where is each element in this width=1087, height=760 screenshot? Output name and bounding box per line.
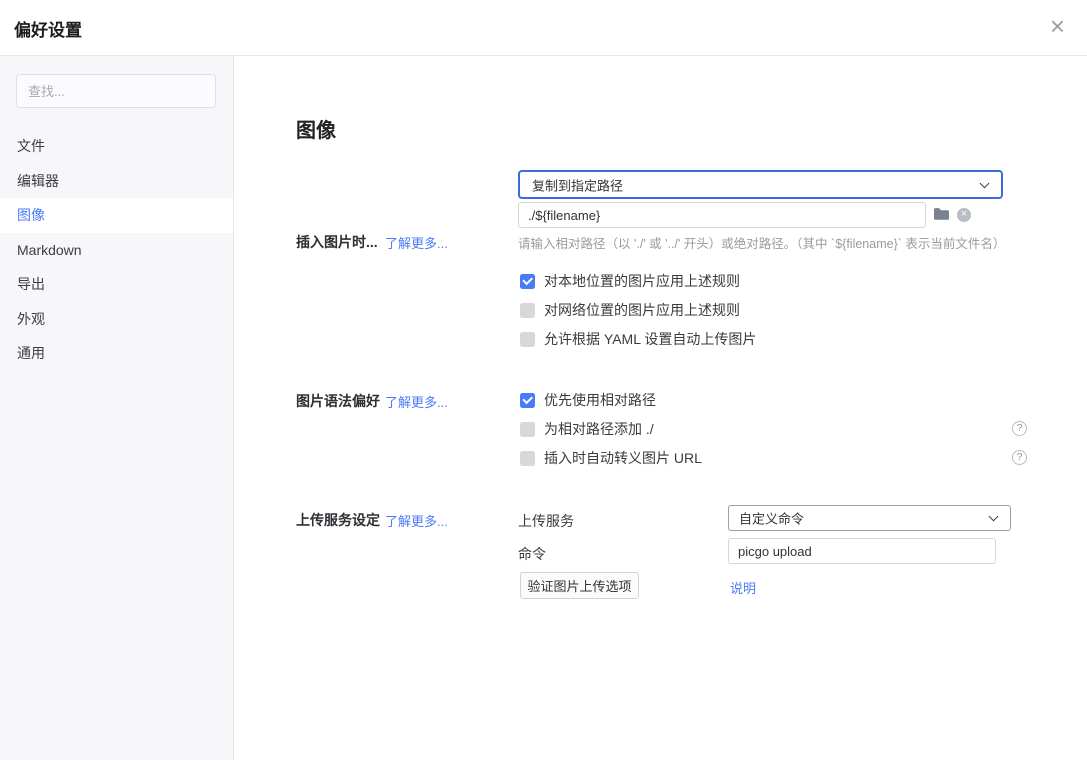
page-title: 图像 <box>296 114 336 143</box>
sidebar-item-general[interactable]: 通用 <box>0 336 233 371</box>
yaml-auto-upload-checkbox-row[interactable]: 允许根据 YAML 设置自动上传图片 <box>520 329 756 349</box>
checkbox-label: 允许根据 YAML 设置自动上传图片 <box>544 329 756 349</box>
sidebar-item-file[interactable]: 文件 <box>0 129 233 164</box>
insert-image-section-label: 插入图片时... <box>296 232 378 252</box>
checkbox-label: 优先使用相对路径 <box>544 390 656 410</box>
command-label: 命令 <box>518 544 546 564</box>
preferences-window: 偏好设置 × 文件 编辑器 图像 Markdown 导出 外观 通用 图像 插入… <box>0 0 1087 760</box>
clear-input-icon[interactable]: × <box>957 208 971 222</box>
syntax-section-label: 图片语法偏好 <box>296 391 380 411</box>
checkbox-label: 插入时自动转义图片 URL <box>544 448 702 468</box>
window-title: 偏好设置 <box>14 16 82 41</box>
apply-web-images-checkbox-row[interactable]: 对网络位置的图片应用上述规则 <box>520 300 740 320</box>
checkbox-icon[interactable] <box>520 451 535 466</box>
help-icon[interactable]: ? <box>1012 421 1027 436</box>
syntax-learn-more-link[interactable]: 了解更多... <box>385 392 448 411</box>
sidebar-item-appearance[interactable]: 外观 <box>0 302 233 337</box>
insert-learn-more-link[interactable]: 了解更多... <box>385 233 448 252</box>
copy-path-input[interactable] <box>518 202 926 228</box>
checkbox-icon[interactable] <box>520 422 535 437</box>
checkbox-icon[interactable] <box>520 393 535 408</box>
checkbox-label: 为相对路径添加 ./ <box>544 419 654 439</box>
path-hint-text: 请输入相对路径（以 './' 或 '../' 开头）或绝对路径。（其中 `${f… <box>518 233 1005 252</box>
close-icon[interactable]: × <box>1050 10 1065 42</box>
upload-service-select-value: 自定义命令 <box>739 509 804 528</box>
insert-action-select-value: 复制到指定路径 <box>532 175 623 194</box>
escape-url-checkbox-row[interactable]: 插入时自动转义图片 URL <box>520 448 702 468</box>
folder-icon[interactable] <box>933 206 950 222</box>
checkbox-icon[interactable] <box>520 303 535 318</box>
command-input[interactable] <box>728 538 996 564</box>
sidebar-item-image[interactable]: 图像 <box>0 198 233 233</box>
chevron-down-icon <box>989 512 999 522</box>
checkbox-icon[interactable] <box>520 332 535 347</box>
prefer-relative-path-checkbox-row[interactable]: 优先使用相对路径 <box>520 390 656 410</box>
upload-service-select[interactable]: 自定义命令 <box>728 505 1011 531</box>
validate-upload-button[interactable]: 验证图片上传选项 <box>520 572 639 599</box>
add-dot-slash-checkbox-row[interactable]: 为相对路径添加 ./ <box>520 419 654 439</box>
upload-section-label: 上传服务设定 <box>296 510 380 530</box>
insert-action-select[interactable]: 复制到指定路径 <box>518 170 1003 199</box>
help-icon[interactable]: ? <box>1012 450 1027 465</box>
search-input[interactable] <box>16 74 216 108</box>
instructions-link[interactable]: 说明 <box>730 578 756 597</box>
checkbox-icon[interactable] <box>520 274 535 289</box>
chevron-down-icon <box>980 178 990 188</box>
image-settings-panel: 图像 插入图片时... 了解更多... 复制到指定路径 × 请输入相对路径（以 … <box>234 56 1087 760</box>
checkbox-label: 对网络位置的图片应用上述规则 <box>544 300 740 320</box>
sidebar-item-editor[interactable]: 编辑器 <box>0 164 233 199</box>
upload-learn-more-link[interactable]: 了解更多... <box>385 511 448 530</box>
sidebar-item-markdown[interactable]: Markdown <box>0 233 233 268</box>
apply-local-images-checkbox-row[interactable]: 对本地位置的图片应用上述规则 <box>520 271 740 291</box>
upload-service-label: 上传服务 <box>518 511 574 531</box>
sidebar-list: 文件 编辑器 图像 Markdown 导出 外观 通用 <box>0 129 233 371</box>
sidebar-item-export[interactable]: 导出 <box>0 267 233 302</box>
window-header: 偏好设置 × <box>0 0 1087 56</box>
sidebar: 文件 编辑器 图像 Markdown 导出 外观 通用 <box>0 56 234 760</box>
checkbox-label: 对本地位置的图片应用上述规则 <box>544 271 740 291</box>
